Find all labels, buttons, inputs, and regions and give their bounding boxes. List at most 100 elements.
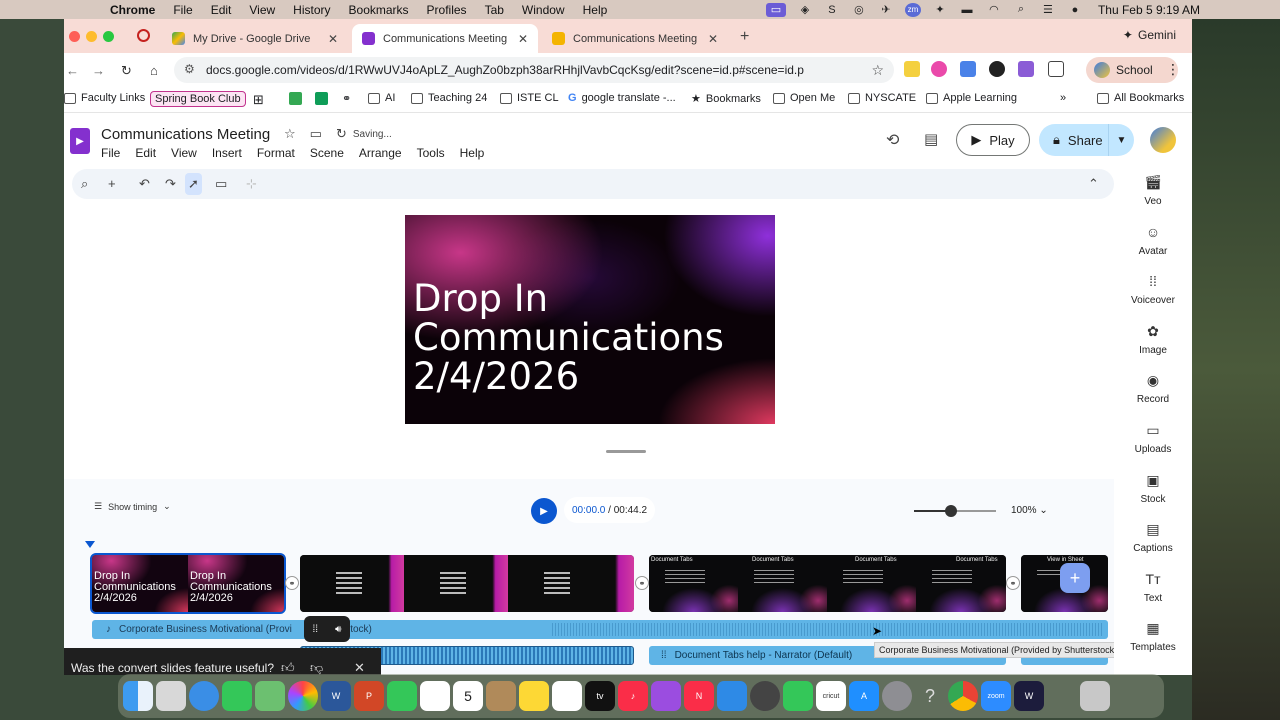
add-scene-button[interactable]: + bbox=[1060, 563, 1090, 593]
sidepanel-templates[interactable]: ▦ Templates bbox=[1114, 620, 1192, 653]
music-track[interactable]: ♪ Corporate Business Motivational (Provi… bbox=[92, 620, 1108, 639]
webex-icon[interactable]: W bbox=[1014, 681, 1044, 711]
sidepanel-captions[interactable]: ▤ Captions bbox=[1114, 521, 1192, 554]
help-icon[interactable]: ? bbox=[915, 681, 945, 711]
calendar-icon[interactable]: 5 bbox=[453, 681, 483, 711]
menubar-clock[interactable]: Thu Feb 5 9:19 AM bbox=[1098, 3, 1200, 17]
wifi-icon[interactable]: ◠ bbox=[986, 3, 1002, 17]
playhead-marker[interactable] bbox=[85, 541, 95, 548]
user-avatar[interactable] bbox=[1150, 127, 1176, 153]
bookmark-teaching-24[interactable]: Teaching 24 bbox=[411, 92, 487, 104]
menubar-tab[interactable]: Tab bbox=[485, 3, 504, 17]
photos-icon[interactable] bbox=[288, 681, 318, 711]
freeform-icon[interactable] bbox=[552, 681, 582, 711]
launchpad-icon[interactable] bbox=[156, 681, 186, 711]
version-history-icon[interactable]: ⟲ bbox=[886, 130, 899, 150]
scene-title-text[interactable]: Drop In Communications 2/4/2026 bbox=[413, 279, 724, 396]
reminders-icon[interactable] bbox=[420, 681, 450, 711]
reload-icon[interactable]: ↻ bbox=[121, 63, 132, 79]
extension-sticky-note-icon[interactable] bbox=[904, 61, 920, 77]
bookmark-link-icon[interactable]: ⚭ bbox=[342, 92, 351, 105]
sidepanel-veo[interactable]: 🎬︎ Veo bbox=[1114, 174, 1192, 207]
facetime-icon[interactable] bbox=[387, 681, 417, 711]
notes-icon[interactable] bbox=[519, 681, 549, 711]
quicktime-icon[interactable] bbox=[750, 681, 780, 711]
menubar-view[interactable]: View bbox=[249, 3, 275, 17]
extensions-puzzle-icon[interactable] bbox=[1048, 61, 1064, 77]
bookmark-open-me[interactable]: Open Me bbox=[773, 92, 835, 104]
scene-clip-title[interactable]: Drop In Communications 2/4/2026 Drop In … bbox=[90, 553, 286, 614]
powerpoint-icon[interactable]: P bbox=[354, 681, 384, 711]
volume-icon[interactable]: 🔊︎ bbox=[335, 624, 341, 635]
transition-icon[interactable]: ⚭ bbox=[1006, 576, 1020, 590]
menu-tools[interactable]: Tools bbox=[417, 146, 445, 160]
new-tab-button[interactable]: + bbox=[740, 28, 749, 46]
system-settings-icon[interactable] bbox=[882, 681, 912, 711]
zoom-icon[interactable]: zoom bbox=[981, 681, 1011, 711]
apple-tv-icon[interactable]: tv bbox=[585, 681, 615, 711]
menubar-bookmarks[interactable]: Bookmarks bbox=[349, 3, 409, 17]
keynote-icon[interactable] bbox=[717, 681, 747, 711]
battery-icon[interactable]: ▬ bbox=[959, 3, 975, 17]
all-bookmarks[interactable]: All Bookmarks bbox=[1097, 92, 1184, 104]
trash-icon[interactable] bbox=[1080, 681, 1110, 711]
siri-icon[interactable]: ● bbox=[1067, 3, 1083, 17]
zoom-menubar-icon[interactable]: zm bbox=[904, 2, 921, 17]
menu-help[interactable]: Help bbox=[460, 146, 485, 160]
home-icon[interactable]: ⌂ bbox=[150, 63, 158, 78]
minimize-window-button[interactable] bbox=[86, 31, 97, 42]
bookmark-green-2[interactable] bbox=[315, 92, 328, 105]
close-tab-icon[interactable]: ✕ bbox=[328, 32, 338, 46]
star-icon[interactable]: ☆ bbox=[284, 126, 296, 142]
close-window-button[interactable] bbox=[69, 31, 80, 42]
menu-scene[interactable]: Scene bbox=[310, 146, 344, 160]
tab-communications-meeting-vids[interactable]: Communications Meeting - G ✕ bbox=[352, 24, 538, 53]
safari-icon[interactable] bbox=[189, 681, 219, 711]
bookmark-google-translate[interactable]: Ggoogle translate -... bbox=[568, 92, 676, 104]
close-icon[interactable]: ✕ bbox=[354, 660, 365, 675]
sidepanel-record[interactable]: ◉ Record bbox=[1114, 372, 1192, 405]
site-info-icon[interactable]: ⚙ bbox=[184, 62, 195, 76]
back-icon[interactable]: ← bbox=[66, 63, 79, 78]
transition-icon[interactable]: ⚭ bbox=[285, 576, 299, 590]
bookmark-iste-cl[interactable]: ISTE CL bbox=[500, 92, 559, 104]
image-frame-icon[interactable]: ▭ bbox=[215, 176, 227, 192]
sparkle-icon[interactable]: ✦ bbox=[932, 3, 948, 17]
menubar-window[interactable]: Window bbox=[522, 3, 565, 17]
extension-icon[interactable]: ◈ bbox=[797, 3, 813, 17]
menubar-profiles[interactable]: Profiles bbox=[427, 3, 467, 17]
finder-icon[interactable] bbox=[123, 681, 153, 711]
share-dropdown-icon[interactable]: ▼ bbox=[1108, 124, 1134, 156]
thumbs-down-icon[interactable]: 👎︎ bbox=[310, 660, 323, 675]
crop-icon[interactable]: ⊹ bbox=[246, 176, 257, 192]
select-tool-icon[interactable]: ➚ bbox=[185, 173, 202, 195]
maximize-window-button[interactable] bbox=[103, 31, 114, 42]
move-folder-icon[interactable]: ▭ bbox=[310, 126, 322, 142]
s-app-icon[interactable]: S bbox=[824, 3, 840, 17]
scene-clip-document-tabs[interactable]: Document Tabs Document Tabs Document Tab… bbox=[649, 555, 1006, 612]
extension-translate-icon[interactable] bbox=[960, 61, 976, 77]
timeline-play-button[interactable]: ▶ bbox=[531, 498, 557, 524]
app-store-icon[interactable]: A bbox=[849, 681, 879, 711]
chrome-menu-icon[interactable]: ⋮ bbox=[1166, 61, 1180, 78]
messages-icon[interactable] bbox=[222, 681, 252, 711]
numbers-icon[interactable] bbox=[783, 681, 813, 711]
timeline-resize-handle[interactable] bbox=[606, 450, 646, 453]
menu-view[interactable]: View bbox=[171, 146, 197, 160]
document-title[interactable]: Communications Meeting bbox=[101, 126, 270, 143]
sidepanel-image[interactable]: ✿ Image bbox=[1114, 323, 1192, 356]
sync-icon[interactable]: ◎ bbox=[851, 3, 867, 17]
sidepanel-voiceover[interactable]: ⁞⁞ Voiceover bbox=[1114, 273, 1192, 306]
zoom-dropdown[interactable]: 100% ⌄ bbox=[1011, 505, 1048, 516]
scene-clip-agenda[interactable] bbox=[300, 555, 634, 612]
bookmark-spring-book-club[interactable]: Spring Book Club bbox=[150, 91, 246, 107]
share-button[interactable]: 🔒︎ Share ▼ bbox=[1039, 124, 1134, 156]
undo-icon[interactable]: ↶ bbox=[139, 176, 150, 192]
cricut-icon[interactable]: cricut bbox=[816, 681, 846, 711]
maps-icon[interactable] bbox=[255, 681, 285, 711]
sidepanel-avatar[interactable]: ☺ Avatar bbox=[1114, 224, 1192, 257]
gemini-button[interactable]: ✦ Gemini bbox=[1123, 28, 1176, 42]
bookmark-star-icon[interactable]: ☆ bbox=[871, 62, 884, 79]
scene-preview[interactable]: Drop In Communications 2/4/2026 bbox=[405, 215, 775, 424]
show-timing-toggle[interactable]: ☰ Show timing ⌄ bbox=[94, 501, 171, 512]
